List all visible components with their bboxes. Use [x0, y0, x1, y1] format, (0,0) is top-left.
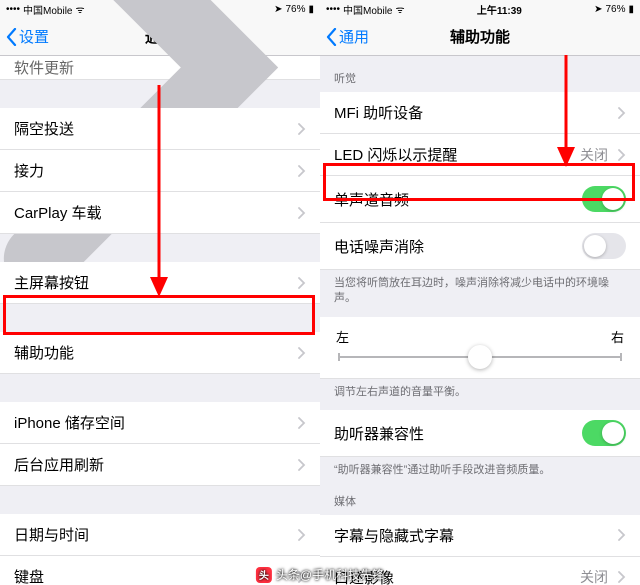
chevron-right-icon — [298, 123, 306, 135]
chevron-right-icon — [618, 529, 626, 541]
chevron-right-icon — [618, 107, 626, 119]
signal-icon: •••• — [326, 4, 340, 15]
cell-label: 单声道音频 — [334, 189, 409, 210]
cell-label: 主屏幕按钮 — [14, 272, 89, 293]
note-noise: 当您将听筒放在耳边时，噪声消除将减少电话中的环境噪声。 — [320, 270, 640, 317]
cell-airdrop[interactable]: 隔空投送 — [0, 108, 320, 150]
note-compat: “助听器兼容性”通过助听手段改进音频质量。 — [320, 457, 640, 488]
cell-mono-audio: 单声道音频 — [320, 176, 640, 223]
carrier-label: 中国Mobile — [343, 2, 392, 17]
battery-pct: 76% — [605, 4, 625, 15]
slider-left-label: 左 — [336, 327, 349, 346]
chevron-right-icon — [618, 149, 626, 161]
right-screen: •••• 中国Mobile ᯤ 上午11:39 ➤ 76% ▮ 通用 辅助功能 … — [320, 0, 640, 585]
back-button[interactable]: 通用 — [320, 26, 369, 47]
cell-hearing-aid-compat: 助听器兼容性 — [320, 410, 640, 457]
watermark-text: 头条@手机科技先锋 — [276, 566, 384, 583]
cell-noise-cancel: 电话噪声消除 — [320, 223, 640, 270]
chevron-left-icon — [326, 28, 337, 46]
cell-label: iPhone 储存空间 — [14, 412, 125, 433]
balance-slider[interactable] — [338, 356, 622, 358]
cell-storage[interactable]: iPhone 储存空间 — [0, 402, 320, 444]
cell-date-time[interactable]: 日期与时间 — [0, 514, 320, 556]
status-time: 上午11:39 — [477, 2, 522, 17]
cell-software-update[interactable]: 软件更新 — [0, 56, 320, 80]
cell-carplay[interactable]: CarPlay 车载 — [0, 192, 320, 234]
hearing-aid-compat-toggle[interactable] — [582, 420, 626, 446]
cell-label: 隔空投送 — [14, 118, 74, 139]
cell-label: 日期与时间 — [14, 524, 89, 545]
slider-right-label: 右 — [611, 327, 624, 346]
back-label: 通用 — [339, 26, 369, 47]
cell-background-refresh[interactable]: 后台应用刷新 — [0, 444, 320, 486]
slider-thumb[interactable] — [468, 345, 492, 369]
section-media-header: 媒体 — [320, 489, 640, 515]
watermark-icon: 头 — [256, 567, 272, 583]
battery-icon: ▮ — [308, 4, 314, 15]
cell-accessibility[interactable]: 辅助功能 — [0, 332, 320, 374]
battery-icon: ▮ — [628, 4, 634, 15]
cell-subtitles[interactable]: 字幕与隐藏式字幕 — [320, 515, 640, 557]
chevron-right-icon — [298, 165, 306, 177]
chevron-right-icon — [298, 417, 306, 429]
section-hearing-header: 听觉 — [320, 56, 640, 92]
cell-label: 后台应用刷新 — [14, 454, 104, 475]
balance-slider-cell: 左 右 — [320, 317, 640, 379]
cell-label: 助听器兼容性 — [334, 423, 424, 444]
chevron-right-icon — [298, 207, 306, 219]
chevron-right-icon — [298, 347, 306, 359]
cell-value: 关闭 — [580, 567, 608, 585]
cell-label: CarPlay 车载 — [14, 202, 102, 223]
cell-label: 接力 — [14, 160, 44, 181]
cell-label: 键盘 — [14, 566, 44, 585]
status-bar: •••• 中国Mobile ᯤ 上午11:39 ➤ 76% ▮ — [320, 0, 640, 18]
cell-label: 辅助功能 — [14, 342, 74, 363]
chevron-right-icon — [618, 571, 626, 583]
location-icon: ➤ — [594, 4, 602, 15]
left-screen: •••• 中国Mobile ᯤ 上午11:39 ➤ 76% ▮ 设置 通用 软件… — [0, 0, 320, 585]
cell-led-flash[interactable]: LED 闪烁以示提醒 关闭 — [320, 134, 640, 176]
cell-label: 字幕与隐藏式字幕 — [334, 525, 454, 546]
wifi-icon: ᯤ — [395, 2, 404, 16]
nav-bar: 通用 辅助功能 — [320, 18, 640, 56]
cell-home-button[interactable]: 主屏幕按钮 — [0, 262, 320, 304]
watermark: 头 头条@手机科技先锋 — [256, 566, 384, 583]
chevron-right-icon — [298, 277, 306, 289]
chevron-right-icon — [298, 459, 306, 471]
cell-label: MFi 助听设备 — [334, 102, 423, 123]
cell-value: 关闭 — [580, 145, 608, 165]
mono-audio-toggle[interactable] — [582, 186, 626, 212]
chevron-right-icon — [298, 529, 306, 541]
note-balance: 调节左右声道的音量平衡。 — [320, 379, 640, 410]
cell-mfi-hearing[interactable]: MFi 助听设备 — [320, 92, 640, 134]
noise-cancel-toggle[interactable] — [582, 233, 626, 259]
cell-handoff[interactable]: 接力 — [0, 150, 320, 192]
cell-label: LED 闪烁以示提醒 — [334, 144, 457, 165]
cell-label: 电话噪声消除 — [334, 236, 424, 257]
